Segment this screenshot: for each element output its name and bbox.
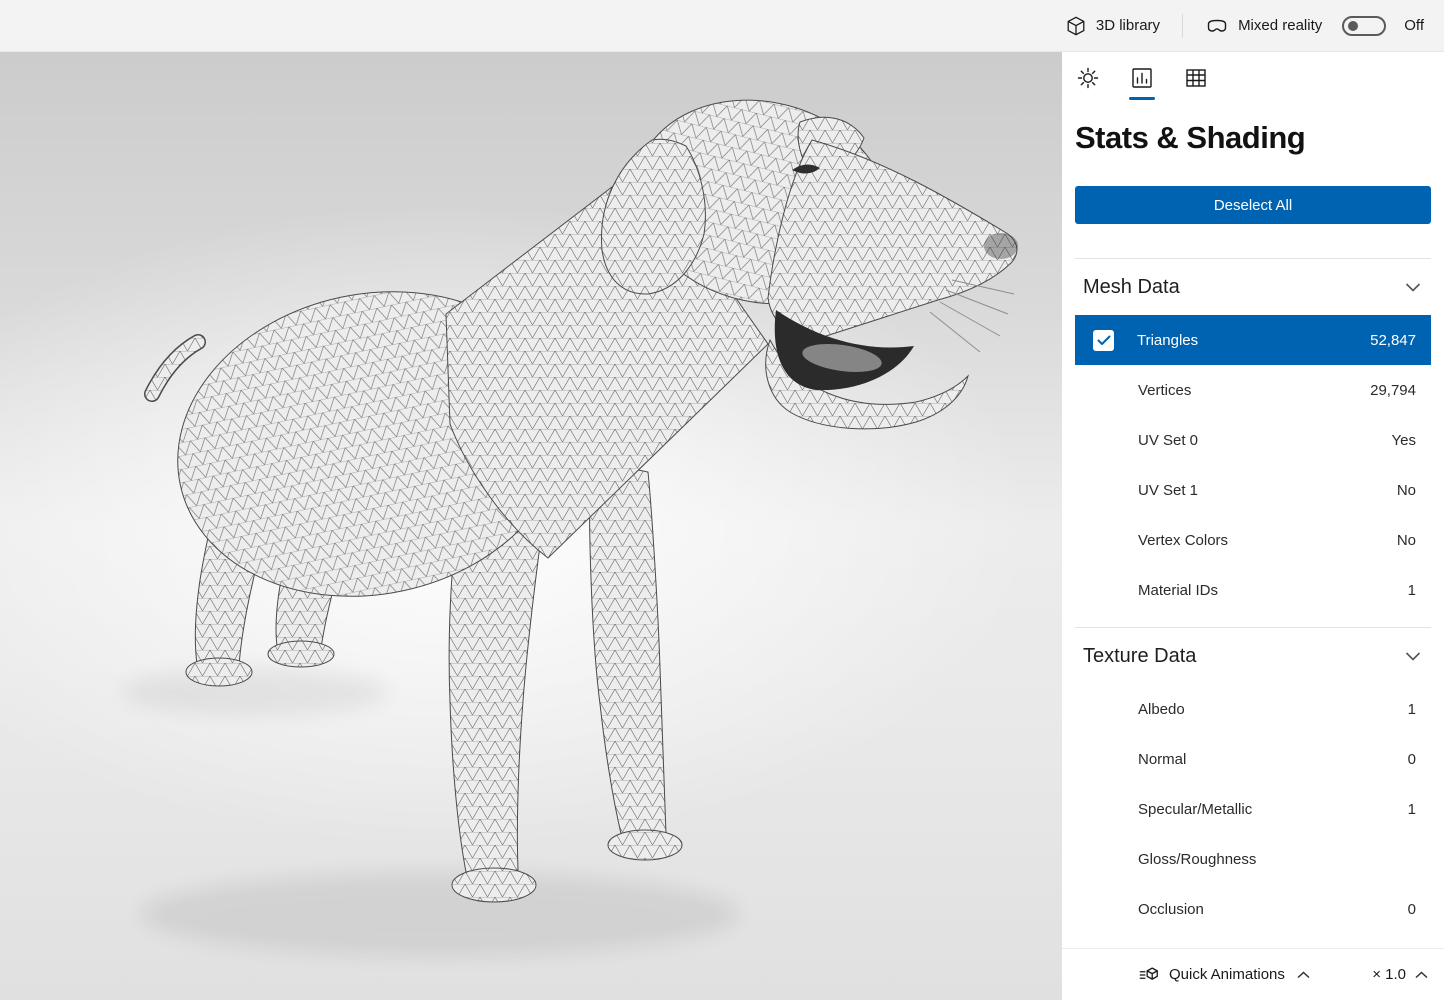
tab-shading[interactable] [1075, 66, 1101, 100]
3d-library-label: 3D library [1095, 17, 1161, 34]
row-value: 1 [1407, 700, 1416, 718]
deselect-all-button[interactable]: Deselect All [1075, 186, 1431, 224]
row-label: Triangles [1137, 331, 1199, 349]
playback-speed-label: × 1.0 [1372, 966, 1406, 983]
row-label: Occlusion [1138, 900, 1204, 918]
checkmark-icon [1097, 335, 1110, 345]
triangles-checkbox[interactable] [1093, 329, 1114, 351]
quick-animations-expand[interactable] [1297, 970, 1310, 979]
row-label: Gloss/Roughness [1138, 850, 1257, 868]
quick-animations-icon [1139, 966, 1158, 980]
row-value: 1 [1407, 581, 1416, 599]
brightness-icon [1077, 67, 1099, 89]
tab-underline-active [1129, 97, 1155, 100]
mesh-row-vertices[interactable]: Vertices 29,794 [1075, 365, 1431, 415]
row-label: Normal [1138, 750, 1187, 768]
mesh-row-uv-set-0[interactable]: UV Set 0 Yes [1075, 415, 1431, 465]
row-label: Material IDs [1138, 581, 1219, 599]
mesh-row-triangles[interactable]: Triangles 52,847 [1075, 315, 1431, 365]
mesh-row-vertex-colors[interactable]: Vertex Colors No [1075, 515, 1431, 565]
tab-underline [1183, 97, 1209, 100]
tab-underline [1075, 97, 1101, 100]
topbar-divider [1182, 13, 1184, 38]
mesh-data-label: Mesh Data [1083, 275, 1180, 298]
row-value: No [1396, 481, 1416, 499]
top-bar: 3D library Mixed reality Off [0, 0, 1444, 52]
chevron-up-icon [1415, 970, 1428, 978]
toggle-knob [1348, 20, 1359, 31]
panel-tabs [1075, 66, 1431, 100]
bottom-bar: Quick Animations × 1.0 [1062, 948, 1444, 1000]
quick-animations-label: Quick Animations [1169, 966, 1285, 983]
row-label: UV Set 0 [1138, 431, 1199, 449]
quick-animations-button[interactable]: Quick Animations [1138, 964, 1285, 986]
mesh-row-material-ids[interactable]: Material IDs 1 [1075, 565, 1431, 615]
texture-row-specular-metallic[interactable]: Specular/Metallic 1 [1075, 784, 1431, 834]
toggle-state-label: Off [1404, 17, 1424, 34]
row-label: Vertex Colors [1138, 531, 1229, 549]
tab-grid[interactable] [1183, 66, 1209, 100]
chevron-down-icon [1405, 282, 1421, 292]
stats-icon [1132, 68, 1152, 88]
row-value: Yes [1391, 431, 1416, 449]
3d-library-button[interactable]: 3D library [1065, 15, 1160, 37]
row-value: 1 [1407, 800, 1416, 818]
mixed-reality-button[interactable]: Mixed reality [1205, 14, 1322, 38]
mixed-reality-label: Mixed reality [1238, 17, 1323, 34]
texture-data-header[interactable]: Texture Data [1075, 628, 1431, 684]
row-label: Albedo [1138, 700, 1185, 718]
page-title: Stats & Shading [1075, 120, 1306, 155]
texture-data-label: Texture Data [1083, 644, 1197, 667]
row-value: 29,794 [1370, 381, 1416, 399]
tab-stats[interactable] [1129, 66, 1155, 100]
dog-body-group [144, 99, 1018, 903]
mixed-reality-toggle[interactable] [1342, 15, 1387, 36]
row-value: 52,847 [1370, 331, 1416, 349]
chevron-down-icon [1405, 651, 1421, 661]
row-value: 0 [1407, 750, 1416, 768]
mesh-row-uv-set-1[interactable]: UV Set 1 No [1075, 465, 1431, 515]
chevron-up-icon [1297, 970, 1310, 978]
grid-icon [1186, 69, 1206, 87]
row-value: 0 [1407, 900, 1416, 918]
ground-shadow [140, 872, 740, 956]
dog-wireframe-model[interactable] [0, 52, 1062, 1000]
texture-row-gloss-roughness[interactable]: Gloss/Roughness [1075, 834, 1431, 884]
texture-row-occlusion[interactable]: Occlusion 0 [1075, 884, 1431, 934]
row-label: Specular/Metallic [1138, 800, 1253, 818]
texture-row-albedo[interactable]: Albedo 1 [1075, 684, 1431, 734]
3d-viewport[interactable] [0, 52, 1062, 1000]
row-label: UV Set 1 [1138, 481, 1199, 499]
stats-panel: Stats & Shading Deselect All Mesh Data T… [1062, 52, 1444, 948]
row-label: Vertices [1138, 381, 1192, 399]
dog-nose [984, 233, 1018, 259]
mixed-reality-icon [1207, 19, 1227, 32]
texture-row-normal[interactable]: Normal 0 [1075, 734, 1431, 784]
playback-speed-button[interactable]: × 1.0 [1372, 966, 1428, 983]
row-value: No [1396, 531, 1416, 549]
cube-icon [1067, 16, 1085, 35]
mesh-data-header[interactable]: Mesh Data [1075, 259, 1431, 315]
